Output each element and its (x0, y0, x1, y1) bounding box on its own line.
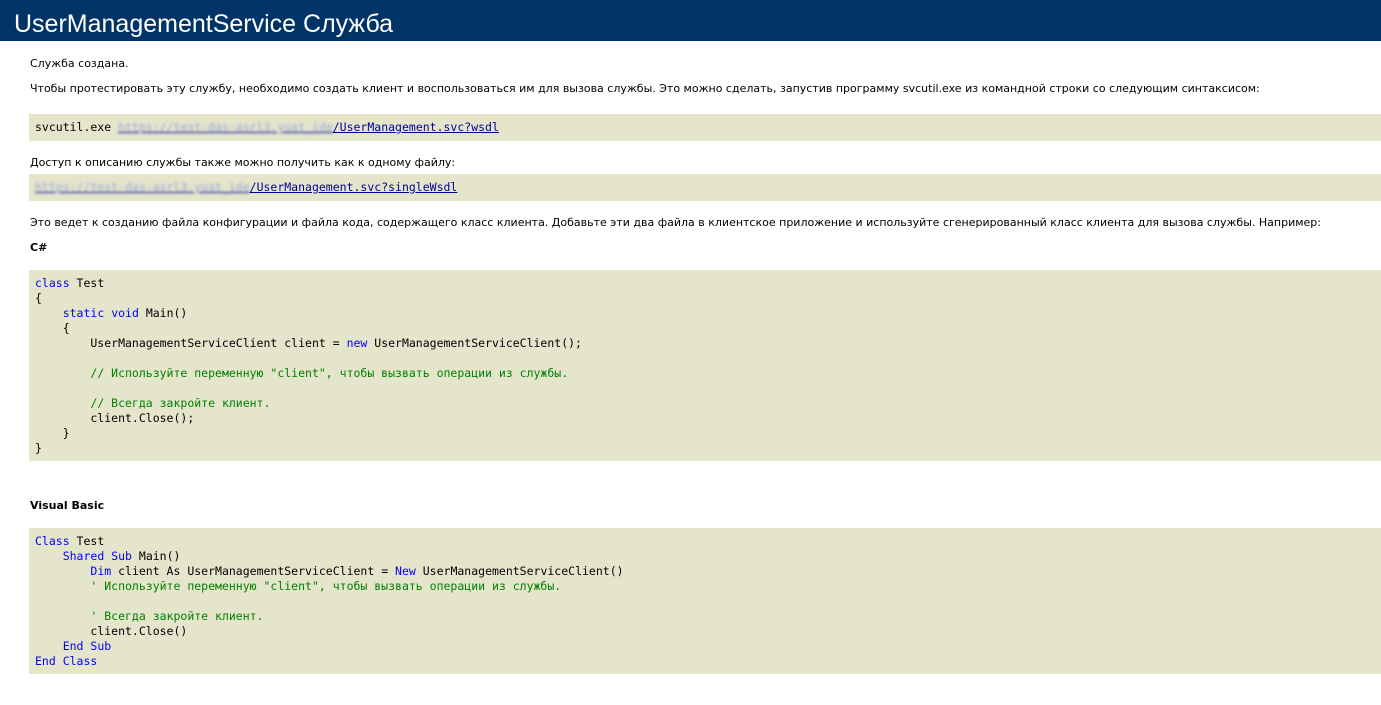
csharp-heading: C# (30, 241, 48, 254)
code-line: // Используйте переменную "client", чтоб… (35, 366, 1381, 381)
code-text: Test (69, 276, 105, 290)
code-line: ' Используйте переменную "client", чтобы… (35, 579, 1381, 594)
code-line: End Sub (35, 639, 1381, 654)
code-keyword: Class (35, 534, 70, 548)
code-text: client As UserManagementServiceClient = (111, 564, 396, 578)
code-line: Dim client As UserManagementServiceClien… (35, 564, 1381, 579)
explanation-text: Это ведет к созданию файла конфигурации … (30, 216, 1321, 229)
code-text: { (35, 291, 42, 305)
code-comment: ' Всегда закройте клиент. (90, 609, 264, 623)
vb-code-block: Class Test Shared Sub Main() Dim client … (29, 528, 1381, 674)
code-text: Test (69, 534, 105, 548)
service-created-text: Служба создана. (30, 57, 129, 70)
wsdl-link-path: /UserManagement.svc?wsdl (332, 120, 499, 134)
code-line: client.Close() (35, 624, 1381, 639)
wsdl-link[interactable]: https://test-das-asrl3.yuat_ide/UserMana… (118, 120, 499, 134)
single-wsdl-box: https://test-das-asrl3.yuat_ide/UserMana… (29, 174, 1381, 201)
code-keyword: new (346, 336, 368, 350)
instructions-text: Чтобы протестировать эту службу, необход… (30, 82, 1260, 95)
code-line: // Всегда закройте клиент. (35, 396, 1381, 411)
code-text: } (35, 426, 70, 440)
code-keyword: Shared (62, 549, 105, 563)
code-text: Main() (131, 549, 181, 563)
svcutil-command: svcutil.exe (35, 120, 119, 134)
code-keyword: static (62, 306, 105, 320)
code-line: { (35, 321, 1381, 336)
code-comment: ' Используйте переменную "client", чтобы… (90, 579, 562, 593)
csharp-code-block: class Test{ static void Main() { UserMan… (29, 270, 1381, 461)
code-keyword: End Class (35, 654, 98, 668)
code-line: End Class (35, 654, 1381, 669)
single-wsdl-link-path: /UserManagement.svc?singleWsdl (249, 180, 458, 194)
code-line: class Test (35, 276, 1381, 291)
code-comment: // Используйте переменную "client", чтоб… (90, 366, 569, 380)
code-line: client.Close(); (35, 411, 1381, 426)
code-text: UserManagementServiceClient(); (367, 336, 582, 350)
code-text: UserManagementServiceClient client = (35, 336, 347, 350)
code-line: { (35, 291, 1381, 306)
code-line: UserManagementServiceClient client = new… (35, 336, 1381, 351)
code-keyword: End Sub (62, 639, 112, 653)
vb-heading: Visual Basic (30, 499, 105, 512)
code-keyword: Dim (90, 564, 112, 578)
code-line: Class Test (35, 534, 1381, 549)
code-line: } (35, 441, 1381, 456)
svcutil-command-box: svcutil.exe https://test-das-asrl3.yuat_… (29, 114, 1381, 141)
page-title: UserManagementService Служба (0, 0, 1381, 43)
code-keyword: New (395, 564, 416, 578)
code-comment: // Всегда закройте клиент. (90, 396, 271, 410)
code-text: client.Close() (35, 624, 188, 638)
code-text: { (35, 321, 70, 335)
wsdl-link-host: https://test-das-asrl3.yuat_ide (118, 120, 333, 134)
single-wsdl-link-host: https://test-das-asrl3.yuat_ide (35, 180, 250, 194)
code-line: Shared Sub Main() (35, 549, 1381, 564)
code-text: client.Close(); (35, 411, 195, 425)
code-text: UserManagementServiceClient() (415, 564, 624, 578)
code-keyword: Sub (111, 549, 132, 563)
code-keyword: void (111, 306, 139, 320)
code-line: } (35, 426, 1381, 441)
single-wsdl-link[interactable]: https://test-das-asrl3.yuat_ide/UserMana… (35, 180, 457, 194)
code-line: ' Всегда закройте клиент. (35, 609, 1381, 624)
code-line: static void Main() (35, 306, 1381, 321)
code-keyword: class (35, 276, 70, 290)
code-text: } (35, 441, 42, 455)
code-text: Main() (138, 306, 188, 320)
single-file-text: Доступ к описанию службы также можно пол… (30, 156, 456, 169)
